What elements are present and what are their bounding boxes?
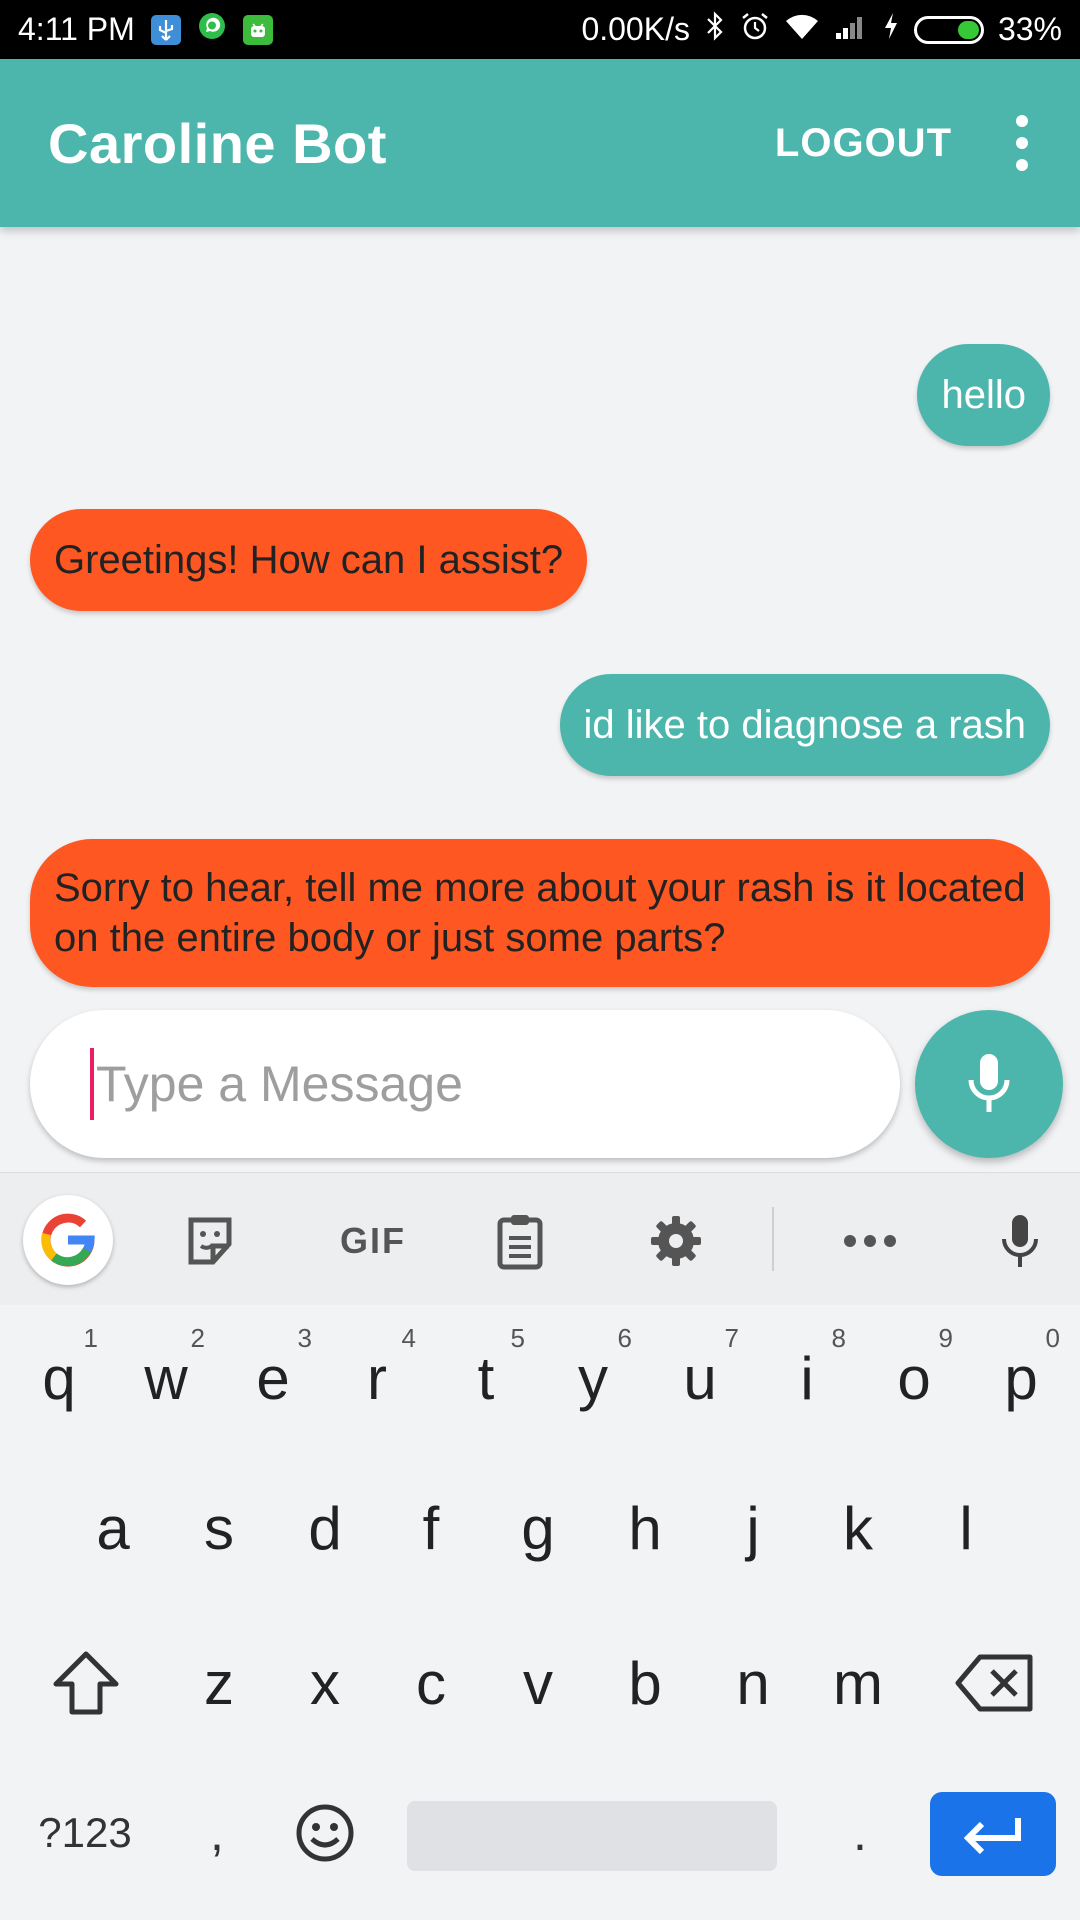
- key-u[interactable]: u7: [647, 1313, 753, 1443]
- keyboard: GIF q1 w2 e3 r4 t5 y6 u7 i8 o9 p0 a s d …: [0, 1172, 1080, 1920]
- battery-level-fill: [957, 20, 979, 39]
- key-label: t: [477, 1344, 495, 1412]
- keyboard-toolbar: GIF: [0, 1173, 1080, 1305]
- gear-icon[interactable]: [636, 1201, 716, 1281]
- key-d[interactable]: d: [272, 1463, 378, 1593]
- key-g[interactable]: g: [485, 1463, 591, 1593]
- key-q[interactable]: q1: [6, 1313, 112, 1443]
- enter-icon: [963, 1818, 1021, 1854]
- key-hint: 0: [1045, 1323, 1060, 1353]
- voice-input-button[interactable]: [915, 1010, 1063, 1158]
- key-k[interactable]: k: [805, 1463, 911, 1593]
- more-vert-icon[interactable]: [1012, 115, 1032, 171]
- key-w[interactable]: w2: [113, 1313, 219, 1443]
- enter-key[interactable]: [930, 1792, 1056, 1876]
- key-label: o: [897, 1344, 931, 1412]
- logout-button[interactable]: LOGOUT: [775, 121, 952, 166]
- wifi-icon: [784, 11, 820, 49]
- symbols-key[interactable]: ?123: [20, 1783, 150, 1883]
- key-label: r: [367, 1344, 387, 1412]
- key-label: y: [578, 1344, 608, 1412]
- message-input[interactable]: Type a Message: [30, 1010, 900, 1158]
- key-hint: 6: [617, 1323, 632, 1353]
- status-bar: 4:11 PM 0.00K/s 33%: [0, 0, 1080, 59]
- key-label: q: [42, 1344, 76, 1412]
- key-a[interactable]: a: [60, 1463, 166, 1593]
- key-v[interactable]: v: [485, 1618, 591, 1748]
- battery-percent: 33%: [997, 11, 1062, 47]
- mic-icon: [968, 1054, 1010, 1112]
- key-hint: 7: [724, 1323, 739, 1353]
- key-hint: 2: [190, 1323, 205, 1353]
- key-e[interactable]: e3: [220, 1313, 326, 1443]
- space-key[interactable]: [407, 1801, 777, 1871]
- key-label: p: [1004, 1344, 1038, 1412]
- key-m[interactable]: m: [805, 1618, 911, 1748]
- app-title: Caroline Bot: [48, 111, 387, 175]
- keyboard-mic-icon[interactable]: [980, 1201, 1060, 1281]
- whatsapp-icon: [197, 11, 227, 49]
- message-bubble-bot: Greetings! How can I assist?: [30, 509, 588, 611]
- key-label: i: [800, 1344, 814, 1412]
- gif-label: GIF: [340, 1220, 406, 1261]
- signal-icon: [834, 11, 868, 49]
- shift-key[interactable]: [30, 1633, 142, 1733]
- usb-icon: [150, 14, 181, 45]
- status-time: 4:11 PM: [18, 11, 135, 47]
- key-label: e: [256, 1344, 290, 1412]
- google-icon[interactable]: [23, 1195, 113, 1285]
- shift-icon: [53, 1651, 119, 1715]
- message-bubble-user: hello: [917, 344, 1050, 446]
- toolbar-divider: [772, 1207, 774, 1271]
- key-o[interactable]: o9: [861, 1313, 967, 1443]
- key-hint: 9: [938, 1323, 953, 1353]
- message-bubble-user: id like to diagnose a rash: [559, 674, 1050, 776]
- backspace-key[interactable]: [940, 1633, 1050, 1733]
- key-hint: 5: [510, 1323, 525, 1353]
- android-icon: [242, 14, 273, 45]
- message-input-placeholder: Type a Message: [96, 1056, 463, 1112]
- text-cursor: [90, 1048, 94, 1120]
- key-h[interactable]: h: [592, 1463, 698, 1593]
- key-hint: 4: [401, 1323, 416, 1353]
- key-t[interactable]: t5: [433, 1313, 539, 1443]
- key-z[interactable]: z: [166, 1618, 272, 1748]
- key-l[interactable]: l: [913, 1463, 1019, 1593]
- period-key[interactable]: .: [815, 1783, 905, 1883]
- app-bar: Caroline Bot LOGOUT: [0, 59, 1080, 227]
- key-f[interactable]: f: [378, 1463, 484, 1593]
- more-horiz-icon[interactable]: [830, 1201, 910, 1281]
- comma-key[interactable]: ,: [172, 1783, 262, 1883]
- message-bubble-bot: Sorry to hear, tell me more about your r…: [30, 839, 1050, 987]
- key-label: w: [144, 1344, 188, 1412]
- battery-icon: [913, 15, 984, 44]
- key-b[interactable]: b: [592, 1618, 698, 1748]
- key-s[interactable]: s: [166, 1463, 272, 1593]
- key-p[interactable]: p0: [968, 1313, 1074, 1443]
- net-speed: 0.00K/s: [581, 11, 690, 47]
- sticker-icon[interactable]: [170, 1201, 250, 1281]
- key-n[interactable]: n: [700, 1618, 806, 1748]
- key-j[interactable]: j: [700, 1463, 806, 1593]
- gif-button[interactable]: GIF: [323, 1201, 423, 1281]
- key-hint: 1: [83, 1323, 98, 1353]
- key-hint: 8: [831, 1323, 846, 1353]
- message-list: hello Greetings! How can I assist? id li…: [0, 227, 1080, 1002]
- emoji-icon: [296, 1804, 354, 1862]
- alarm-icon: [740, 11, 770, 49]
- key-r[interactable]: r4: [324, 1313, 430, 1443]
- key-i[interactable]: i8: [754, 1313, 860, 1443]
- backspace-icon: [955, 1654, 1033, 1712]
- charging-icon: [882, 11, 900, 49]
- key-hint: 3: [297, 1323, 312, 1353]
- clipboard-icon[interactable]: [480, 1201, 560, 1281]
- bluetooth-icon: [704, 10, 726, 49]
- key-c[interactable]: c: [378, 1618, 484, 1748]
- key-x[interactable]: x: [272, 1618, 378, 1748]
- key-label: u: [683, 1344, 717, 1412]
- key-y[interactable]: y6: [540, 1313, 646, 1443]
- emoji-key[interactable]: [280, 1783, 370, 1883]
